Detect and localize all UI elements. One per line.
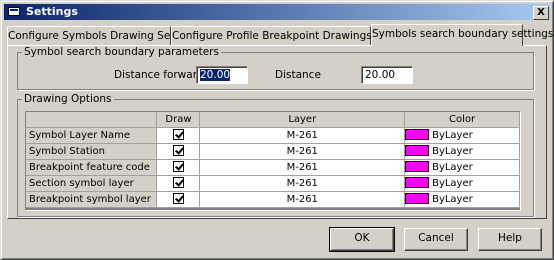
row-name: Breakpoint feature code bbox=[26, 159, 158, 176]
column-header-layer[interactable]: Layer bbox=[199, 112, 406, 128]
color-cell[interactable]: ByLayer bbox=[404, 127, 520, 144]
layer-cell[interactable]: M-261 bbox=[199, 175, 406, 192]
draw-cell[interactable] bbox=[156, 159, 201, 176]
layer-cell[interactable]: M-261 bbox=[199, 191, 406, 208]
layer-cell[interactable]: M-261 bbox=[199, 159, 406, 176]
tab-symbols-search-boundary[interactable]: Symbols search boundary settings bbox=[371, 24, 553, 46]
column-header-name bbox=[26, 112, 158, 128]
drawing-options-table: Draw Layer Color Symbol Layer Name M-261… bbox=[26, 112, 520, 208]
draw-cell[interactable] bbox=[156, 127, 201, 144]
layer-cell[interactable]: M-261 bbox=[199, 127, 406, 144]
distance-forward-value: 20.00 bbox=[200, 69, 231, 81]
layer-cell[interactable]: M-261 bbox=[199, 143, 406, 160]
color-cell[interactable]: ByLayer bbox=[404, 159, 520, 176]
distance-label: Distance bbox=[275, 69, 321, 81]
color-cell[interactable]: ByLayer bbox=[404, 175, 520, 192]
color-swatch bbox=[405, 160, 430, 172]
window-icon[interactable] bbox=[8, 7, 20, 16]
table-row: Section symbol layer M-261 ByLayer bbox=[26, 175, 520, 192]
drawing-options-legend: Drawing Options bbox=[24, 93, 112, 105]
table-row: Symbol Station M-261 ByLayer bbox=[26, 143, 520, 160]
table-row: Symbol Layer Name M-261 ByLayer bbox=[26, 127, 520, 144]
row-name: Breakpoint symbol layer bbox=[26, 191, 158, 208]
color-cell[interactable]: ByLayer bbox=[404, 143, 520, 160]
drawing-options-grid[interactable]: Draw Layer Color Symbol Layer Name M-261… bbox=[25, 111, 521, 211]
draw-checkbox[interactable] bbox=[172, 144, 184, 156]
color-value: ByLayer bbox=[432, 194, 473, 205]
row-name: Symbol Layer Name bbox=[26, 127, 158, 144]
draw-checkbox[interactable] bbox=[172, 176, 184, 188]
draw-cell[interactable] bbox=[156, 175, 201, 192]
distance-forward-input[interactable]: 20.00 bbox=[196, 66, 248, 84]
table-row: Breakpoint symbol layer M-261 ByLayer bbox=[26, 191, 520, 208]
color-value: ByLayer bbox=[432, 146, 473, 157]
boundary-parameters-group: Symbol search boundary parameters bbox=[17, 46, 534, 90]
cancel-button[interactable]: Cancel bbox=[404, 228, 468, 251]
draw-cell[interactable] bbox=[156, 191, 201, 208]
color-value: ByLayer bbox=[432, 162, 473, 173]
window-title: Settings bbox=[26, 5, 78, 18]
table-header-row: Draw Layer Color bbox=[26, 112, 520, 128]
column-header-draw[interactable]: Draw bbox=[156, 112, 201, 128]
tab-configure-symbols-drawing[interactable]: Configure Symbols Drawing Settings bbox=[7, 26, 200, 45]
color-value: ByLayer bbox=[432, 130, 473, 141]
draw-checkbox[interactable] bbox=[172, 128, 184, 140]
color-swatch bbox=[405, 144, 430, 156]
color-swatch bbox=[405, 128, 430, 140]
color-swatch bbox=[405, 176, 430, 188]
boundary-parameters-legend: Symbol search boundary parameters bbox=[24, 46, 219, 58]
close-button[interactable]: X bbox=[533, 6, 549, 20]
distance-input[interactable]: 20.00 bbox=[361, 66, 413, 84]
ok-button[interactable]: OK bbox=[329, 227, 395, 252]
color-cell[interactable]: ByLayer bbox=[404, 191, 520, 208]
row-name: Section symbol layer bbox=[26, 175, 158, 192]
settings-dialog: Settings X Configure Symbols Drawing Set… bbox=[0, 0, 554, 260]
draw-cell[interactable] bbox=[156, 143, 201, 160]
draw-checkbox[interactable] bbox=[172, 160, 184, 172]
color-value: ByLayer bbox=[432, 178, 473, 189]
title-bar[interactable]: Settings X bbox=[4, 4, 550, 20]
help-button[interactable]: Help bbox=[478, 228, 542, 251]
distance-forward-label: Distance forward bbox=[114, 69, 204, 81]
tab-configure-profile-breakpoint[interactable]: Configure Profile Breakpoint Drawings Se… bbox=[171, 26, 418, 45]
column-header-color[interactable]: Color bbox=[404, 112, 520, 128]
row-name: Symbol Station bbox=[26, 143, 158, 160]
color-swatch bbox=[405, 192, 430, 204]
table-row: Breakpoint feature code M-261 ByLayer bbox=[26, 159, 520, 176]
draw-checkbox[interactable] bbox=[172, 192, 184, 204]
